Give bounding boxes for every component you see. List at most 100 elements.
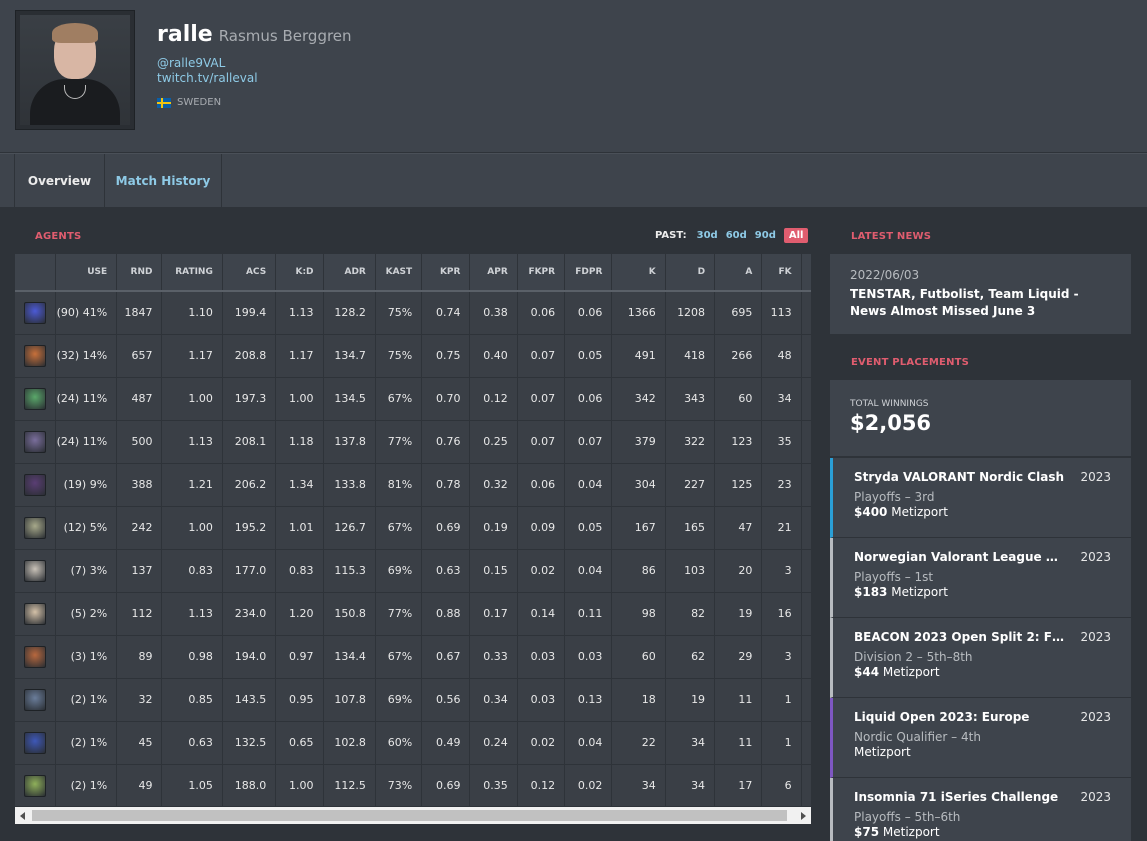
- table-cell: 0.12: [517, 764, 566, 806]
- player-photo-frame: [15, 10, 135, 130]
- scrollbar-thumb[interactable]: [32, 810, 787, 821]
- twitch-link[interactable]: twitch.tv/ralleval: [157, 71, 258, 85]
- horizontal-scrollbar[interactable]: [15, 807, 811, 824]
- table-cell: 67%: [375, 635, 423, 679]
- col-header-use[interactable]: USE: [55, 254, 118, 292]
- table-cell: 113: [761, 291, 802, 335]
- event-placement-item[interactable]: Norwegian Valorant League Høsten ... 2023…: [830, 538, 1131, 618]
- table-cell: 134.4: [323, 635, 376, 679]
- table-cell: 0.78: [421, 463, 471, 507]
- table-cell: 1.00: [275, 764, 324, 806]
- table-cell: 102.8: [323, 721, 376, 765]
- agent-cell: [15, 291, 56, 335]
- filter-60d[interactable]: 60d: [726, 230, 747, 241]
- table-cell: 11: [714, 678, 763, 722]
- col-header-rnd[interactable]: RND: [116, 254, 163, 292]
- event-name: Insomnia 71 iSeries Challenge: [854, 790, 1059, 804]
- col-header-kast[interactable]: KAST: [375, 254, 423, 292]
- table-cell: 0.56: [421, 678, 471, 722]
- event-placement-item[interactable]: BEACON 2023 Open Split 2: Finals 2023 Divi…: [830, 618, 1131, 698]
- event-prize: $400: [854, 505, 888, 519]
- table-cell: 0.32: [469, 463, 518, 507]
- total-winnings-value: $2,056: [850, 411, 932, 435]
- table-cell: 0.63: [161, 721, 223, 765]
- agent-cell: [15, 721, 56, 765]
- table-cell-overflow: [801, 678, 811, 722]
- table-cell: 20: [714, 549, 763, 593]
- table-cell: 47: [714, 506, 763, 550]
- event-placement-item[interactable]: Insomnia 71 iSeries Challenge 2023 Playoff…: [830, 778, 1131, 841]
- table-cell: 0.14: [517, 592, 566, 636]
- event-year: 2023: [1080, 550, 1111, 564]
- table-cell: 0.06: [564, 291, 613, 335]
- event-name: Stryda VALORANT Nordic Clash: [854, 470, 1064, 484]
- col-header-adr[interactable]: ADR: [323, 254, 376, 292]
- agent-cell: [15, 678, 56, 722]
- filter-90d[interactable]: 90d: [755, 230, 776, 241]
- table-cell: 73%: [375, 764, 423, 806]
- table-cell-overflow: [801, 291, 811, 335]
- filter-30d[interactable]: 30d: [697, 230, 718, 241]
- filter-all[interactable]: All: [783, 228, 809, 243]
- player-name-line: ralle Rasmus Berggren: [157, 22, 352, 47]
- twitter-link[interactable]: @ralle9VAL: [157, 56, 225, 70]
- tab-overview[interactable]: Overview: [14, 154, 105, 208]
- table-cell: 0.11: [564, 592, 613, 636]
- table-cell: 123: [714, 420, 763, 464]
- table-cell: 0.83: [275, 549, 324, 593]
- table-cell: 0.03: [564, 635, 613, 679]
- agents-table-container[interactable]: USE RND RATING ACS K:D ADR KAST KPR APR FKPR FDPR K…: [15, 254, 811, 806]
- tab-match-history[interactable]: Match History: [105, 154, 222, 208]
- table-cell: 0.05: [564, 506, 613, 550]
- col-header-a[interactable]: A: [714, 254, 763, 292]
- table-cell: 112: [116, 592, 163, 636]
- news-item[interactable]: 2022/06/03 TENSTAR, Futbolist, Team Liqu…: [830, 254, 1131, 334]
- table-cell: 0.13: [564, 678, 613, 722]
- col-header-rating[interactable]: RATING: [161, 254, 223, 292]
- scroll-left-icon[interactable]: [20, 812, 25, 820]
- sweden-flag-icon: [157, 97, 171, 108]
- col-header-apr[interactable]: APR: [469, 254, 518, 292]
- table-cell: 0.05: [564, 334, 613, 378]
- table-cell: 199.4: [222, 291, 277, 335]
- table-cell: 0.04: [564, 721, 613, 765]
- agent-icon: [23, 645, 46, 668]
- table-cell: 0.06: [517, 463, 566, 507]
- table-row: (32) 14% 657 1.17 208.8 1.17 134.7 75% 0.75 0.40…: [15, 334, 811, 378]
- table-cell: 1.17: [161, 334, 223, 378]
- table-cell: 487: [116, 377, 163, 421]
- col-header-d[interactable]: D: [665, 254, 716, 292]
- event-placement-item[interactable]: Stryda VALORANT Nordic Clash 2023 Playoffs…: [830, 458, 1131, 538]
- table-cell-overflow: [801, 549, 811, 593]
- table-cell: 126.7: [323, 506, 376, 550]
- table-cell: 0.95: [275, 678, 324, 722]
- table-cell: 34: [665, 721, 716, 765]
- col-header-acs[interactable]: ACS: [222, 254, 277, 292]
- table-cell: 0.97: [275, 635, 324, 679]
- table-cell: 0.15: [469, 549, 518, 593]
- table-cell: 0.76: [421, 420, 471, 464]
- col-header-kd[interactable]: K:D: [275, 254, 324, 292]
- event-stage: Nordic Qualifier – 4th: [854, 730, 981, 744]
- col-header-fdpr[interactable]: FDPR: [564, 254, 613, 292]
- table-cell: 0.63: [421, 549, 471, 593]
- news-headline: TENSTAR, Futbolist, Team Liquid - News A…: [850, 287, 1079, 318]
- event-name: BEACON 2023 Open Split 2: Finals: [854, 630, 1064, 644]
- total-winnings: TOTAL WINNINGS $2,056: [830, 380, 1131, 457]
- col-header-fkpr[interactable]: FKPR: [517, 254, 566, 292]
- table-cell: 1208: [665, 291, 716, 335]
- table-cell: 60%: [375, 721, 423, 765]
- table-cell: 227: [665, 463, 716, 507]
- agent-cell: [15, 764, 56, 806]
- table-cell: 165: [665, 506, 716, 550]
- table-row: (2) 1% 32 0.85 143.5 0.95 107.8 69% 0.56 0.34 0.0…: [15, 678, 811, 722]
- col-header-kpr[interactable]: KPR: [421, 254, 471, 292]
- scroll-right-icon[interactable]: [801, 812, 806, 820]
- agent-icon: [23, 688, 46, 711]
- table-cell: 234.0: [222, 592, 277, 636]
- col-header-k[interactable]: K: [611, 254, 666, 292]
- col-header-fk[interactable]: FK: [761, 254, 802, 292]
- table-cell-overflow: [801, 506, 811, 550]
- table-cell: 75%: [375, 291, 423, 335]
- event-placement-item[interactable]: Liquid Open 2023: Europe 2023 Nordic Quali…: [830, 698, 1131, 778]
